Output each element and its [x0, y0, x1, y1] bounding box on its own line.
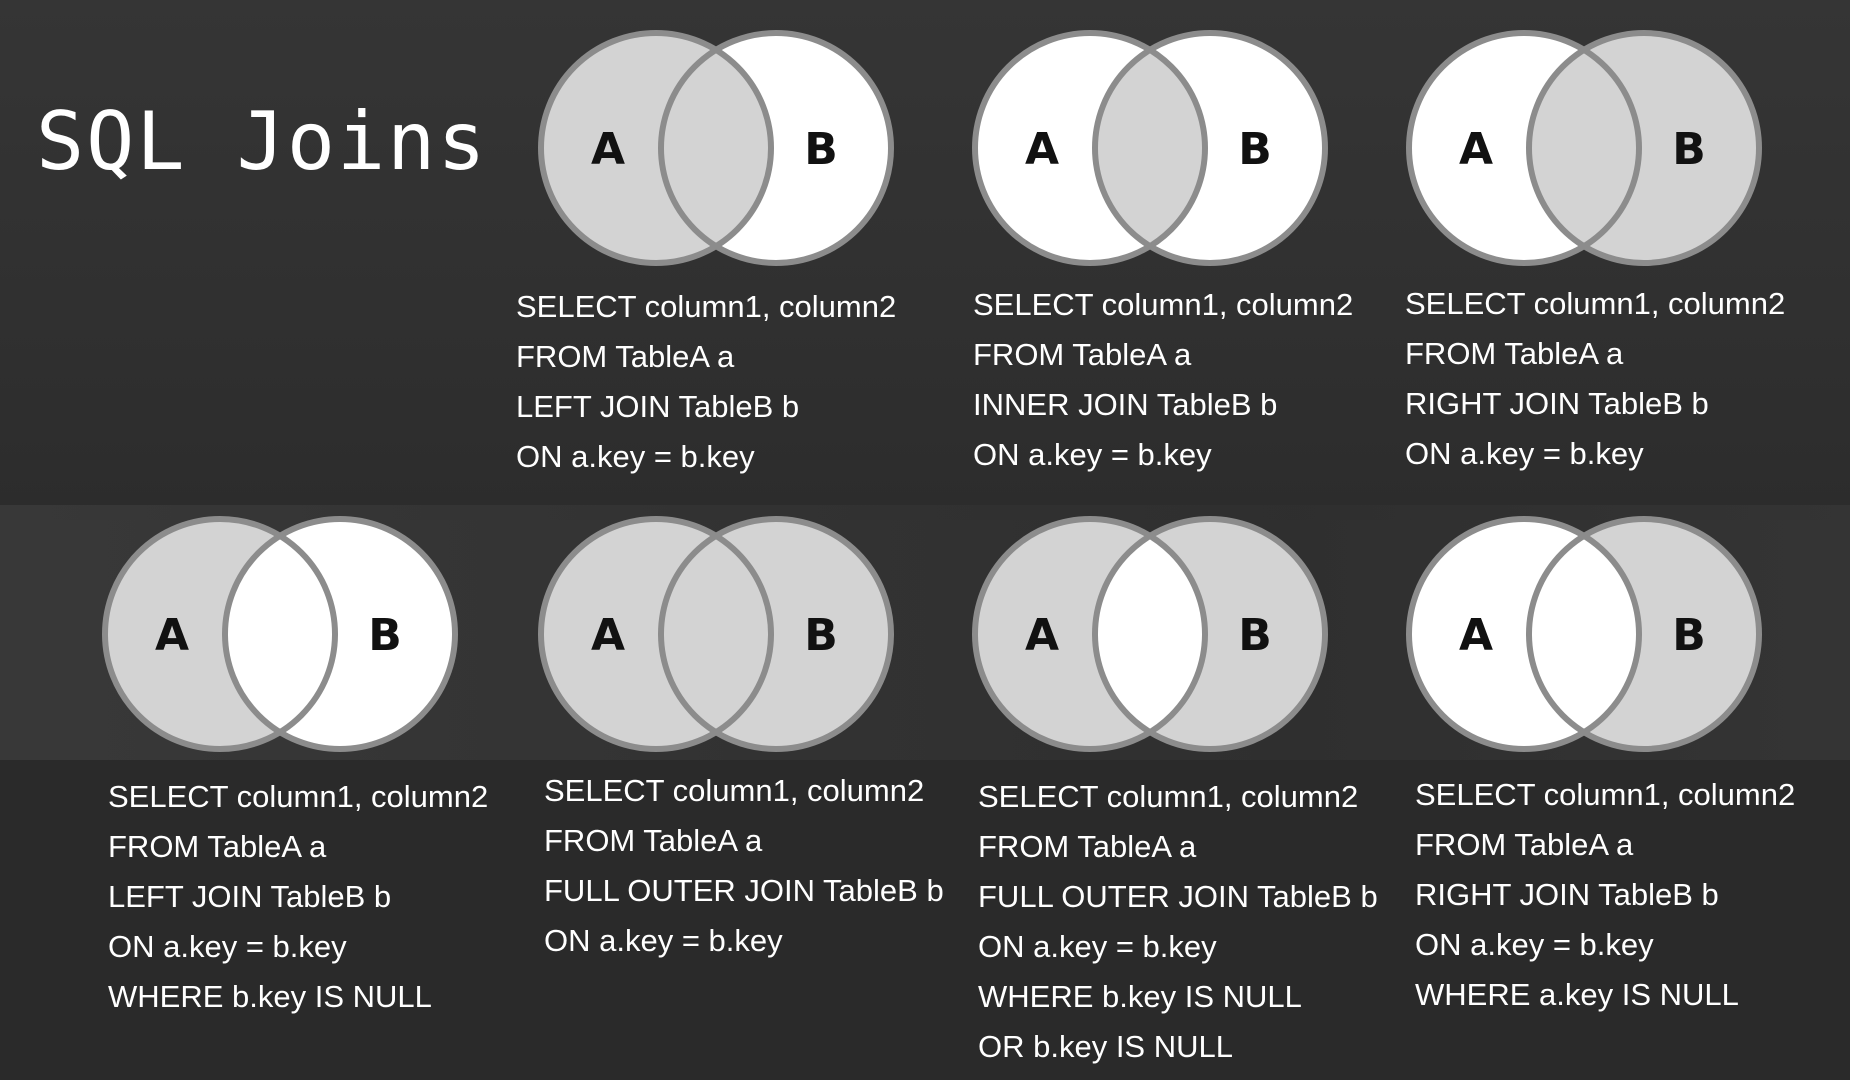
sql-line: ON a.key = b.key: [978, 929, 1217, 964]
label-a: A: [1025, 610, 1059, 661]
sql-line: ON a.key = b.key: [973, 437, 1212, 472]
sql-line: SELECT column1, column2: [516, 289, 897, 324]
label-a: A: [1459, 124, 1493, 175]
label-b: B: [368, 610, 402, 661]
sql-line: ON a.key = b.key: [108, 929, 347, 964]
right-join-venn-diagram: AB: [1404, 28, 1764, 268]
inner-join-sql-code: SELECT column1, column2 FROM TableA a INNE…: [973, 280, 1353, 480]
sql-line: WHERE b.key IS NULL: [978, 979, 1302, 1014]
sql-line: FROM TableA a: [108, 829, 327, 864]
sql-line: ON a.key = b.key: [1415, 927, 1654, 962]
right-anti-join-sql-code: SELECT column1, column2 FROM TableA a RIGH…: [1415, 770, 1795, 1020]
label-a: A: [155, 610, 189, 661]
sql-line: LEFT JOIN TableB b: [516, 389, 800, 424]
sql-line: SELECT column1, column2: [1415, 777, 1796, 812]
sql-line: SELECT column1, column2: [978, 779, 1359, 814]
label-a: A: [1459, 610, 1493, 661]
sql-line: FROM TableA a: [1405, 336, 1624, 371]
left-join-venn-svg: AB: [538, 30, 894, 266]
sql-line: LEFT JOIN TableB b: [108, 879, 392, 914]
sql-line: FROM TableA a: [544, 823, 763, 858]
label-b: B: [1672, 124, 1706, 175]
label-a: A: [591, 124, 625, 175]
inner-join-venn-svg: AB: [972, 30, 1328, 266]
sql-line: FROM TableA a: [1415, 827, 1634, 862]
sql-line: SELECT column1, column2: [108, 779, 489, 814]
full-outer-exclusive-join-venn-diagram: AB: [970, 514, 1330, 754]
page-title: SQL Joins: [36, 95, 488, 188]
label-b: B: [1238, 124, 1272, 175]
full-outer-join-venn-diagram: AB: [536, 514, 896, 754]
sql-line: FULL OUTER JOIN TableB b: [978, 879, 1378, 914]
sql-line: SELECT column1, column2: [1405, 286, 1786, 321]
right-join-sql-code: SELECT column1, column2 FROM TableA a RIGH…: [1405, 279, 1785, 479]
label-a: A: [1025, 124, 1059, 175]
sql-line: RIGHT JOIN TableB b: [1415, 877, 1719, 912]
sql-line: FROM TableA a: [516, 339, 735, 374]
sql-line: WHERE a.key IS NULL: [1415, 977, 1739, 1012]
label-b: B: [804, 124, 838, 175]
left-join-venn-diagram: AB: [536, 28, 896, 268]
sql-line: ON a.key = b.key: [516, 439, 755, 474]
full-outer-exclusive-join-sql-code: SELECT column1, column2 FROM TableA a FULL…: [978, 772, 1378, 1072]
sql-line: INNER JOIN TableB b: [973, 387, 1278, 422]
sql-line: OR b.key IS NULL: [978, 1029, 1233, 1064]
full-outer-join-sql-code: SELECT column1, column2 FROM TableA a FULL…: [544, 766, 944, 966]
left-join-sql-code: SELECT column1, column2 FROM TableA a LEFT…: [516, 282, 896, 482]
full-outer-join-venn-svg: AB: [538, 516, 894, 752]
label-a: A: [591, 610, 625, 661]
sql-line: RIGHT JOIN TableB b: [1405, 386, 1709, 421]
sql-line: SELECT column1, column2: [544, 773, 925, 808]
sql-line: ON a.key = b.key: [544, 923, 783, 958]
inner-join-venn-diagram: AB: [970, 28, 1330, 268]
right-join-venn-svg: AB: [1406, 30, 1762, 266]
left-anti-join-venn-diagram: AB: [100, 514, 460, 754]
sql-line: FULL OUTER JOIN TableB b: [544, 873, 944, 908]
label-b: B: [1672, 610, 1706, 661]
sql-line: ON a.key = b.key: [1405, 436, 1644, 471]
left-anti-join-venn-svg: AB: [102, 516, 458, 752]
right-anti-join-venn-svg: AB: [1406, 516, 1762, 752]
full-outer-exclusive-join-venn-svg: AB: [972, 516, 1328, 752]
label-b: B: [804, 610, 838, 661]
sql-line: FROM TableA a: [973, 337, 1192, 372]
sql-line: SELECT column1, column2: [973, 287, 1354, 322]
sql-line: WHERE b.key IS NULL: [108, 979, 432, 1014]
sql-line: FROM TableA a: [978, 829, 1197, 864]
left-anti-join-sql-code: SELECT column1, column2 FROM TableA a LEFT…: [108, 772, 488, 1022]
right-anti-join-venn-diagram: AB: [1404, 514, 1764, 754]
label-b: B: [1238, 610, 1272, 661]
